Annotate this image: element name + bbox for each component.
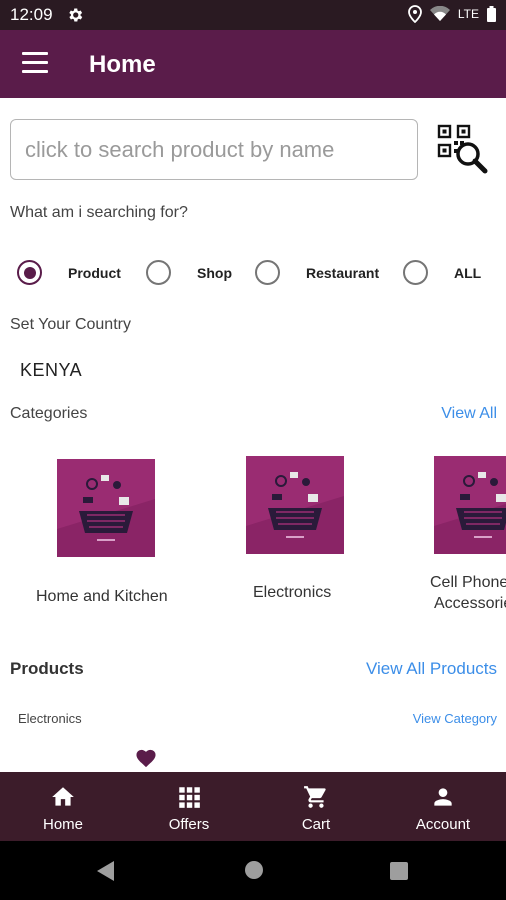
person-icon	[434, 788, 452, 806]
app-bar: Home	[0, 30, 506, 98]
category-name-home-and-kitchen[interactable]: Home and Kitchen	[36, 588, 168, 606]
shopping-basket-icon	[246, 472, 344, 554]
country-selector[interactable]: KENYA	[20, 360, 82, 381]
status-time: 12:09	[10, 5, 53, 24]
page-title: Home	[89, 51, 156, 78]
category-name-cell-phone-accessories[interactable]: Cell Phone	[430, 574, 506, 592]
category-image-electronics[interactable]	[246, 456, 344, 554]
favorite-heart-icon[interactable]	[135, 748, 157, 768]
home-circle-icon[interactable]	[244, 860, 264, 880]
radio-button[interactable]	[146, 260, 171, 285]
shopping-basket-icon	[57, 475, 155, 557]
nav-label: Cart	[301, 816, 331, 833]
status-indicators: LTE	[407, 5, 496, 23]
system-navigation-bar	[0, 841, 506, 900]
category-image-home-and-kitchen[interactable]	[57, 459, 155, 557]
search-box	[10, 119, 418, 180]
search-input[interactable]	[11, 120, 417, 179]
grid-icon	[179, 787, 200, 808]
nav-label: Offers	[168, 816, 210, 833]
search-type-radio-group: Product Shop Restaurant ALL	[17, 260, 497, 286]
radio-product[interactable]: Product	[17, 260, 121, 285]
nav-label: Account	[415, 816, 471, 833]
radio-button[interactable]	[255, 260, 280, 285]
category-image-cell-phone-accessories[interactable]	[434, 456, 506, 554]
radio-button[interactable]	[17, 260, 42, 285]
network-type: LTE	[457, 7, 479, 21]
products-heading: Products	[10, 659, 84, 678]
radio-restaurant[interactable]: Restaurant	[255, 260, 379, 285]
nav-account[interactable]: Account	[380, 772, 506, 841]
cart-icon	[304, 786, 326, 808]
radio-label: ALL	[454, 264, 482, 281]
radio-label: Product	[68, 264, 121, 281]
view-category-link[interactable]: View Category	[413, 711, 497, 726]
search-type-prompt: What am i searching for?	[10, 204, 188, 221]
view-all-products-link[interactable]: View All Products	[366, 659, 497, 679]
nav-offers[interactable]: Offers	[126, 772, 252, 841]
menu-icon[interactable]	[22, 52, 48, 74]
radio-label: Shop	[197, 264, 232, 281]
settings-gear-icon	[69, 8, 83, 22]
battery-icon	[487, 6, 496, 22]
category-list: Home and Kitchen Electronics Cell Phone …	[0, 440, 506, 620]
category-name-cell-phone-accessories-line2[interactable]: Accessories	[434, 595, 506, 613]
home-icon	[52, 787, 74, 806]
nav-label: Home	[42, 816, 83, 833]
qr-search-icon[interactable]	[436, 123, 488, 175]
country-label: Set Your Country	[10, 316, 131, 333]
back-icon[interactable]	[96, 860, 116, 882]
shopping-basket-icon	[434, 472, 506, 554]
nav-cart[interactable]: Cart	[253, 772, 379, 841]
location-icon	[407, 5, 422, 23]
radio-shop[interactable]: Shop	[146, 260, 232, 285]
radio-label: Restaurant	[306, 264, 380, 281]
radio-all[interactable]: ALL	[403, 260, 481, 285]
categories-heading: Categories	[10, 405, 88, 422]
recents-icon[interactable]	[390, 862, 408, 880]
view-all-categories-link[interactable]: View All	[441, 405, 497, 423]
category-name-electronics[interactable]: Electronics	[253, 584, 331, 602]
wifi-icon	[429, 6, 450, 21]
bottom-navigation: Home Offers Cart Account	[0, 772, 506, 841]
nav-home[interactable]: Home	[0, 772, 126, 841]
product-section-title: Electronics	[18, 711, 82, 726]
status-bar: 12:09 LTE	[0, 0, 506, 30]
radio-button[interactable]	[403, 260, 428, 285]
